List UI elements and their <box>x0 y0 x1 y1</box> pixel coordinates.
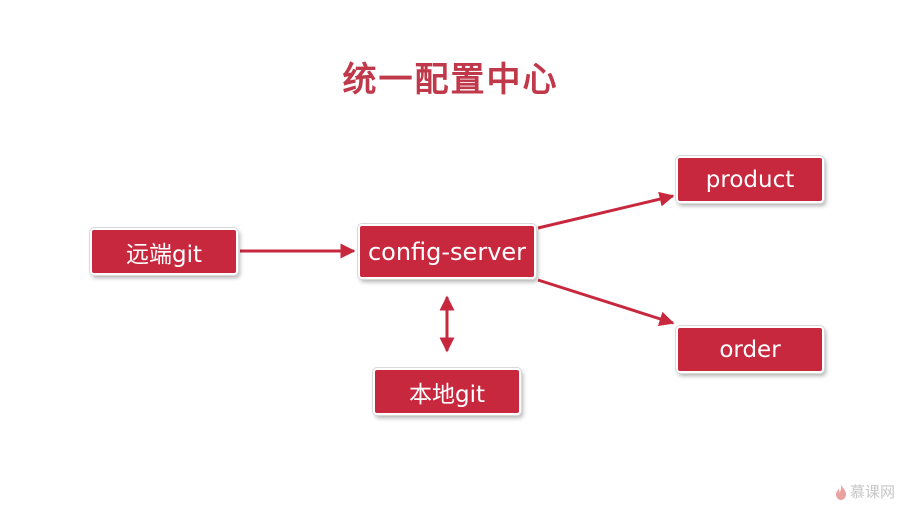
flame-icon <box>835 483 846 500</box>
node-local-git: 本地git <box>373 368 521 415</box>
slide: 统一配置中心 远端git config-server product order… <box>0 0 901 506</box>
node-product: product <box>676 156 824 203</box>
arrow-config-server-to-product <box>537 191 675 230</box>
node-order: order <box>676 326 824 373</box>
node-remote-git: 远端git <box>90 228 238 275</box>
watermark-text: 慕课网 <box>849 483 895 501</box>
watermark: 慕课网 <box>835 481 895 502</box>
node-config-server: config-server <box>358 224 536 279</box>
arrow-config-server-to-order <box>537 278 675 327</box>
